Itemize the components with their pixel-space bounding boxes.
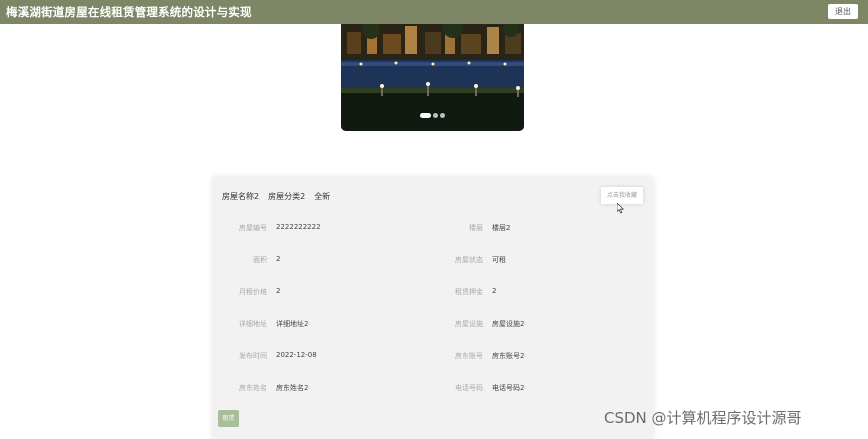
image-carousel[interactable] [341,24,524,131]
field-publish-time-value: 2022-12-08 [276,351,317,359]
house-condition: 全新 [314,192,331,201]
carousel-indicators [341,105,524,124]
field-area-value: 2 [276,255,281,263]
rent-button[interactable]: 租赁 [218,410,239,427]
carousel-dot-2[interactable] [433,113,438,118]
carousel-dot-3[interactable] [440,113,445,118]
carousel-dot-1[interactable] [420,113,431,118]
watermark: CSDN @计算机程序设计源哥 [604,409,802,427]
house-name: 房屋名称2 [222,192,260,201]
house-summary: 房屋名称2 房屋分类2 全新 [222,191,339,202]
logout-button[interactable]: 退出 [828,4,858,19]
mouse-cursor-icon [617,203,625,214]
field-house-number-value: 2222222222 [276,223,321,231]
field-floor-value: 楼层2 [492,224,511,232]
favorite-button[interactable]: 点击我收藏 [601,187,643,204]
top-bar: 梅溪湖街道房屋在线租赁管理系统的设计与实现 退出 [0,0,868,24]
field-address-value: 详细地址2 [276,320,309,328]
house-detail-card: 房屋名称2 房屋分类2 全新 点击我收藏 房屋编号 2222222222 面积 2 … [213,177,653,439]
field-phone-value: 电话号码2 [492,384,525,392]
field-landlord-name-value: 房东姓名2 [276,384,309,392]
field-deposit-value: 2 [492,287,497,295]
field-monthly-rent-value: 2 [276,287,281,295]
app-title: 梅溪湖街道房屋在线租赁管理系统的设计与实现 [6,5,252,19]
field-facilities-value: 房屋设施2 [492,320,525,328]
house-category: 房屋分类2 [268,192,306,201]
field-landlord-account-value: 房东账号2 [492,352,525,360]
field-house-status-value: 可租 [492,256,506,264]
